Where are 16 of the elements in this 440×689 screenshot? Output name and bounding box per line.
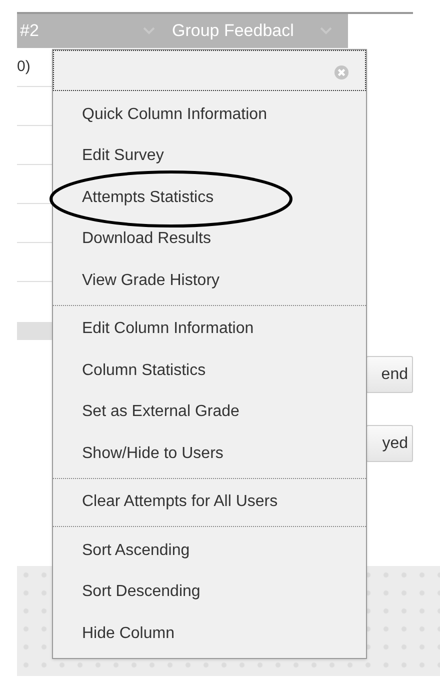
menu-item[interactable]: Quick Column Information xyxy=(82,102,267,127)
menu-item[interactable]: Download Results xyxy=(82,227,211,252)
menu-item[interactable]: Set as External Grade xyxy=(82,400,240,424)
action-button[interactable]: end xyxy=(366,356,413,393)
menu-item[interactable]: Show/Hide to Users xyxy=(82,442,224,466)
menu-item[interactable]: Edit Column Information xyxy=(82,317,254,342)
menu-item[interactable]: Column Statistics xyxy=(82,358,206,383)
menu-item[interactable]: Sort Descending xyxy=(82,580,200,604)
close-icon[interactable] xyxy=(334,65,349,80)
action-button[interactable]: yed xyxy=(366,425,413,462)
menu-item[interactable]: Clear Attempts for All Users xyxy=(82,490,278,514)
menu-item[interactable]: Sort Ascending xyxy=(82,538,190,563)
menu-item[interactable]: Edit Survey xyxy=(82,144,164,168)
menu-item[interactable]: View Grade History xyxy=(82,268,220,293)
menu-item[interactable]: Hide Column xyxy=(82,622,174,646)
scrollbar-track xyxy=(17,322,55,340)
